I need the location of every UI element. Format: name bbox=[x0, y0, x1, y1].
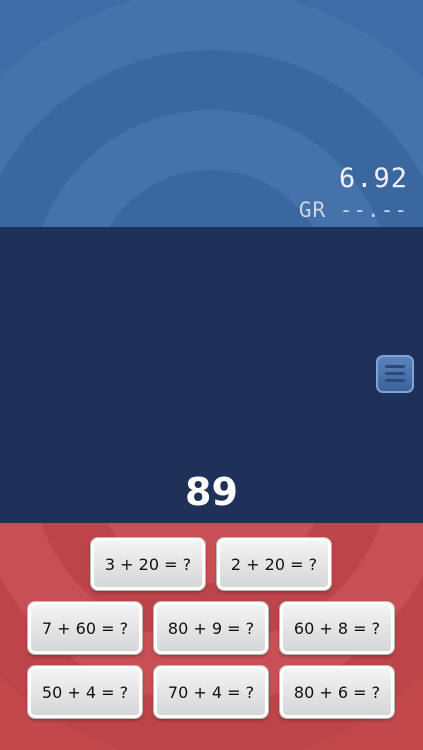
answer-tile-5[interactable]: 60 + 8 = ? bbox=[280, 602, 394, 654]
menu-button[interactable] bbox=[376, 355, 414, 393]
top-panel: 6.92 GR --.-- bbox=[0, 0, 423, 227]
elapsed-time: 6.92 bbox=[338, 163, 408, 194]
answer-tile-2[interactable]: 2 + 20 = ? bbox=[217, 538, 331, 590]
answer-tile-4[interactable]: 80 + 9 = ? bbox=[154, 602, 268, 654]
answer-tile-1[interactable]: 3 + 20 = ? bbox=[91, 538, 205, 590]
target-number: 89 bbox=[185, 470, 238, 514]
best-record: GR --.-- bbox=[298, 198, 408, 222]
answer-tile-8[interactable]: 80 + 6 = ? bbox=[280, 666, 394, 718]
answer-tile-3[interactable]: 7 + 60 = ? bbox=[28, 602, 142, 654]
answer-tile-7[interactable]: 70 + 4 = ? bbox=[154, 666, 268, 718]
answer-tile-6[interactable]: 50 + 4 = ? bbox=[28, 666, 142, 718]
